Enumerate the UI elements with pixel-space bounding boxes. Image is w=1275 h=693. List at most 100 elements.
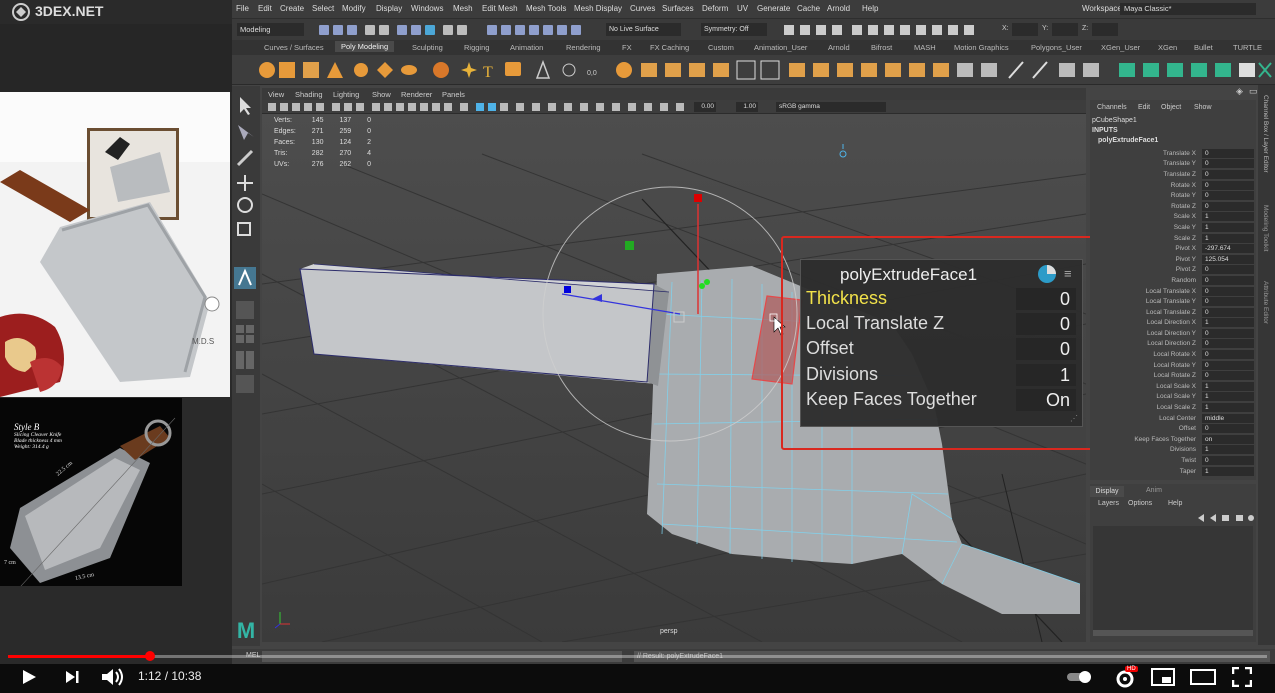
channel-row[interactable]: Scale Y1 xyxy=(1092,222,1254,233)
channel-label[interactable]: Local Rotate X xyxy=(1092,351,1202,358)
channel-row[interactable]: Local Scale Y1 xyxy=(1092,392,1254,403)
cb-menu-show[interactable]: Show xyxy=(1194,104,1212,111)
layer-tab-anim[interactable]: Anim xyxy=(1146,487,1162,494)
volume-icon[interactable] xyxy=(100,666,126,688)
channel-label[interactable]: Local Rotate Z xyxy=(1092,372,1202,379)
mode-dropdown[interactable]: Modeling xyxy=(237,23,304,36)
shelf-tab-arnold[interactable]: Arnold xyxy=(828,43,850,52)
channel-value-field[interactable]: 1 xyxy=(1202,212,1254,222)
cb-shape-name[interactable]: pCubeShape1 xyxy=(1092,117,1137,124)
channel-row[interactable]: Random 0 xyxy=(1092,275,1254,286)
channel-value-field[interactable]: 0 xyxy=(1202,286,1254,296)
channel-value-field[interactable]: 1 xyxy=(1202,466,1254,476)
channel-label[interactable]: Rotate Y xyxy=(1092,192,1202,199)
live-surface-field[interactable]: No Live Surface xyxy=(606,23,681,36)
channel-value-field[interactable]: -297.674 xyxy=(1202,244,1254,254)
menu-edit-mesh[interactable]: Edit Mesh xyxy=(482,4,518,13)
panel-menu-renderer[interactable]: Renderer xyxy=(401,90,432,99)
channel-label[interactable]: Local Scale X xyxy=(1092,383,1202,390)
shelf-tab-motion-graphics[interactable]: Motion Graphics xyxy=(954,43,1009,52)
channel-value-field[interactable]: 0 xyxy=(1202,201,1254,211)
miniplayer-icon[interactable] xyxy=(1151,668,1175,686)
render-tool-icons[interactable] xyxy=(782,22,992,38)
channel-label[interactable]: Local Direction X xyxy=(1092,319,1202,326)
channel-row[interactable]: Local Translate X0 xyxy=(1092,286,1254,297)
shelf-tab-bullet[interactable]: Bullet xyxy=(1194,43,1213,52)
channel-value-field[interactable]: 0 xyxy=(1202,371,1254,381)
cb-menu-object[interactable]: Object xyxy=(1161,104,1181,111)
channel-value-field[interactable]: 1 xyxy=(1202,445,1254,455)
channel-label[interactable]: Rotate X xyxy=(1092,182,1202,189)
channel-value-field[interactable]: 0 xyxy=(1202,350,1254,360)
channel-row[interactable]: Rotate Z0 xyxy=(1092,201,1254,212)
layer-menu-layers[interactable]: Layers xyxy=(1098,500,1119,507)
channel-value-field[interactable]: 0 xyxy=(1202,424,1254,434)
menu-generate[interactable]: Generate xyxy=(757,4,790,13)
channel-label[interactable]: Local Direction Y xyxy=(1092,330,1202,337)
channel-label[interactable]: Translate X xyxy=(1092,150,1202,157)
channel-value-field[interactable]: 125.054 xyxy=(1202,254,1254,264)
panel-menu-shading[interactable]: Shading xyxy=(295,90,323,99)
shelf-tab-bifrost[interactable]: Bifrost xyxy=(871,43,892,52)
channel-label[interactable]: Local Scale Y xyxy=(1092,393,1202,400)
menu-help[interactable]: Help xyxy=(862,4,878,13)
menu-display[interactable]: Display xyxy=(376,4,402,13)
channel-label[interactable]: Random xyxy=(1092,277,1202,284)
channel-label[interactable]: Translate Y xyxy=(1092,160,1202,167)
shelf-tab-polygons-user[interactable]: Polygons_User xyxy=(1031,43,1082,52)
theater-mode-icon[interactable] xyxy=(1190,669,1216,685)
channel-row[interactable]: Scale X1 xyxy=(1092,212,1254,223)
menu-cache[interactable]: Cache xyxy=(797,4,820,13)
channel-row[interactable]: Divisions 1 xyxy=(1092,445,1254,456)
channel-value-field[interactable]: 1 xyxy=(1202,381,1254,391)
shelf-tab-custom[interactable]: Custom xyxy=(708,43,734,52)
channel-value-field[interactable]: 0 xyxy=(1202,307,1254,317)
channel-label[interactable]: Local Rotate Y xyxy=(1092,362,1202,369)
play-icon[interactable] xyxy=(20,668,38,686)
cb-node-name[interactable]: polyExtrudeFace1 xyxy=(1098,137,1158,144)
channel-row[interactable]: Local Direction Y0 xyxy=(1092,328,1254,339)
panel-float-icon[interactable]: ◈ xyxy=(1236,86,1243,97)
menu-mesh-display[interactable]: Mesh Display xyxy=(574,4,622,13)
channel-row[interactable]: Local Direction Z0 xyxy=(1092,339,1254,350)
workspace-dropdown[interactable]: Maya Classic* xyxy=(1120,3,1256,15)
channel-row[interactable]: Offset 0 xyxy=(1092,423,1254,434)
channel-value-field[interactable]: 1 xyxy=(1202,233,1254,243)
next-icon[interactable] xyxy=(63,668,81,686)
channel-value-field[interactable]: 0 xyxy=(1202,275,1254,285)
panel-toolbar-icons[interactable] xyxy=(266,101,686,113)
panel-menu-view[interactable]: View xyxy=(268,90,284,99)
channel-row[interactable]: Scale Z1 xyxy=(1092,233,1254,244)
autoplay-toggle-icon[interactable] xyxy=(1066,670,1094,684)
channel-row[interactable]: Twist 0 xyxy=(1092,455,1254,466)
channel-row[interactable]: Local Rotate Y0 xyxy=(1092,360,1254,371)
layer-action-icons[interactable] xyxy=(1196,512,1256,524)
cb-menu-channels[interactable]: Channels xyxy=(1097,104,1127,111)
channel-label[interactable]: Local Center xyxy=(1092,415,1202,422)
channel-value-field[interactable]: middle xyxy=(1202,413,1254,423)
channel-label[interactable]: Divisions xyxy=(1092,446,1202,453)
channel-row[interactable]: Keep Faces Together on xyxy=(1092,434,1254,445)
channel-value-field[interactable]: 0 xyxy=(1202,297,1254,307)
channel-value-field[interactable]: 0 xyxy=(1202,148,1254,158)
shelf-icons[interactable]: T 0,0 xyxy=(257,59,1272,81)
fullscreen-icon[interactable] xyxy=(1232,667,1252,687)
shelf-tab-fx[interactable]: FX xyxy=(622,43,632,52)
shelf-tab-curves-surfaces[interactable]: Curves / Surfaces xyxy=(264,43,324,52)
channel-label[interactable]: Local Translate Y xyxy=(1092,298,1202,305)
channel-row[interactable]: Local Translate Y0 xyxy=(1092,296,1254,307)
menu-windows[interactable]: Windows xyxy=(411,4,443,13)
channel-value-field[interactable]: on xyxy=(1202,434,1254,444)
x-field[interactable] xyxy=(1012,23,1038,36)
channel-row[interactable]: Local Center middle xyxy=(1092,413,1254,424)
channel-value-field[interactable]: 0 xyxy=(1202,360,1254,370)
panel-menu-panels[interactable]: Panels xyxy=(442,90,465,99)
menu-mesh-tools[interactable]: Mesh Tools xyxy=(526,4,566,13)
toolbox-icons[interactable] xyxy=(234,95,256,395)
channel-label[interactable]: Scale Z xyxy=(1092,235,1202,242)
channel-row[interactable]: Local Scale Z1 xyxy=(1092,402,1254,413)
side-tab-modeling-toolkit[interactable]: Modeling Toolkit xyxy=(1262,205,1269,252)
channel-label[interactable]: Taper xyxy=(1092,468,1202,475)
side-tab-attribute-editor[interactable]: Attribute Editor xyxy=(1262,281,1269,324)
menu-create[interactable]: Create xyxy=(280,4,304,13)
